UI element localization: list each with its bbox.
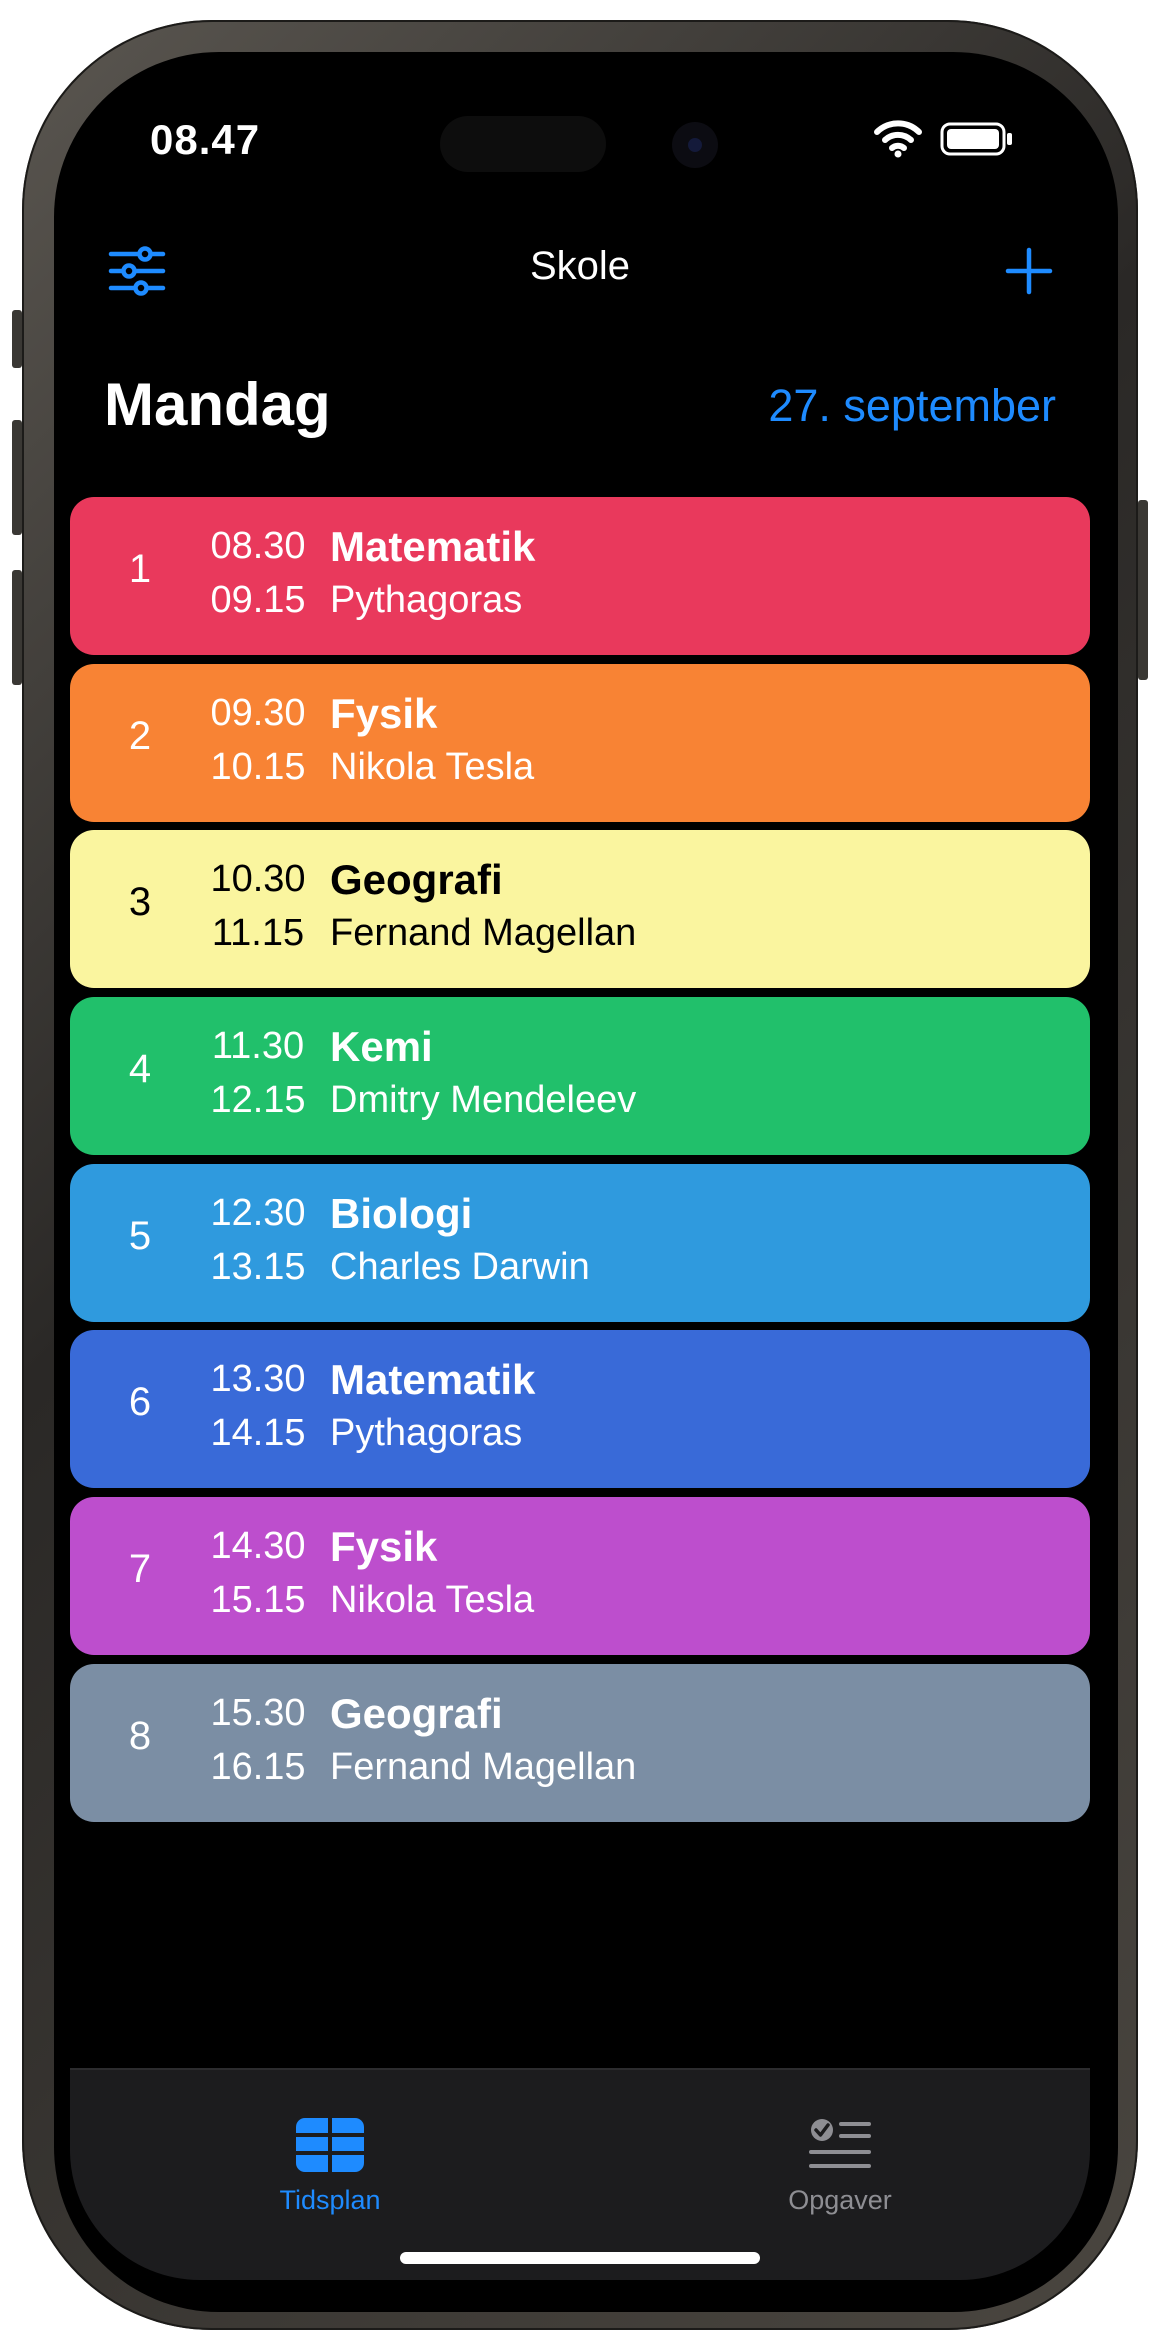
lesson-subject: Geografi: [330, 856, 503, 904]
lesson-subject: Matematik: [330, 1356, 536, 1404]
lesson-subject: Fysik: [330, 1523, 438, 1571]
lesson-start-time: 15.30: [210, 1691, 306, 1734]
lesson-number: 4: [128, 1047, 152, 1092]
lesson-start-time: 14.30: [210, 1525, 306, 1568]
side-button-volume-up: [12, 420, 22, 535]
tab-bar: Tidsplan Opgaver: [70, 2068, 1090, 2280]
task-checklist-icon: [809, 2119, 871, 2168]
lesson-subject: Matematik: [330, 523, 536, 570]
lesson-number: 2: [128, 713, 152, 758]
lesson-teacher: Dmitry Mendeleev: [330, 1079, 637, 1122]
nav-title: Skole: [529, 244, 631, 288]
lesson-end-time: 09.15: [210, 579, 306, 621]
lesson-row[interactable]: 6 13.30 14.15 Matematik Pythagoras: [70, 1330, 1090, 1489]
lesson-end-time: 12.15: [210, 1079, 306, 1122]
day-name: Mandag: [104, 371, 331, 438]
tab-label-schedule: Tidsplan: [279, 2185, 381, 2215]
lesson-subject: Biologi: [330, 1189, 473, 1237]
tab-label-tasks: Opgaver: [788, 2185, 892, 2215]
home-indicator[interactable]: [400, 2252, 760, 2264]
lesson-number: 7: [128, 1547, 152, 1592]
lesson-start-time: 12.30: [210, 1191, 306, 1234]
lesson-row[interactable]: 7 14.30 15.15 Fysik Nikola Tesla: [70, 1497, 1090, 1656]
lesson-row[interactable]: 2 09.30 10.15 Fysik Nikola Tesla: [70, 663, 1090, 822]
status-time: 08.47: [150, 116, 261, 163]
lesson-start-time: 13.30: [210, 1358, 306, 1401]
side-button-power: [1138, 500, 1148, 680]
lesson-start-time: 10.30: [210, 858, 306, 901]
day-header: Mandag 27. september: [104, 370, 1056, 450]
side-button-silent: [12, 310, 22, 368]
lesson-teacher: Charles Darwin: [330, 1245, 590, 1288]
lesson-end-time: 15.15: [210, 1579, 306, 1622]
lesson-teacher: Fernand Magellan: [330, 912, 637, 955]
lesson-number: 6: [128, 1380, 152, 1425]
wifi-icon: [874, 120, 922, 158]
lesson-number: 1: [128, 547, 152, 591]
lesson-subject: Fysik: [330, 689, 438, 737]
lesson-teacher: Nikola Tesla: [330, 745, 535, 788]
lesson-subject: Kemi: [330, 1023, 433, 1071]
side-button-volume-down: [12, 570, 22, 685]
lesson-teacher: Pythagoras: [330, 579, 523, 621]
battery-icon: [940, 122, 1012, 156]
lesson-end-time: 10.15: [210, 745, 306, 788]
lesson-row[interactable]: 5 12.30 13.15 Biologi Charles Darwin: [70, 1163, 1090, 1322]
lesson-teacher: Nikola Tesla: [330, 1579, 535, 1622]
lesson-row[interactable]: 8 15.30 16.15 Geografi Fernand Magellan: [70, 1663, 1090, 1822]
lesson-start-time: 08.30: [210, 525, 306, 567]
lesson-number: 5: [128, 1213, 152, 1258]
tab-tasks[interactable]: Opgaver: [710, 2118, 970, 2216]
plus-icon[interactable]: [1004, 246, 1054, 296]
navigation-bar: Skole: [70, 230, 1090, 310]
lesson-number: 3: [128, 880, 152, 925]
lesson-teacher: Fernand Magellan: [330, 1745, 637, 1788]
lesson-list: 1 08.30 09.15 Matematik Pythagoras 2 09.…: [70, 497, 1090, 1831]
lesson-subject: Geografi: [330, 1689, 503, 1737]
lesson-end-time: 16.15: [210, 1745, 306, 1788]
grid-schedule-icon: [296, 2118, 364, 2172]
lesson-end-time: 13.15: [210, 1245, 306, 1288]
lesson-number: 8: [128, 1713, 152, 1758]
lesson-end-time: 14.15: [210, 1412, 306, 1455]
day-date-button[interactable]: 27. september: [768, 380, 1056, 432]
lesson-row[interactable]: 3 10.30 11.15 Geografi Fernand Magellan: [70, 830, 1090, 989]
lesson-row[interactable]: 4 11.30 12.15 Kemi Dmitry Mendeleev: [70, 997, 1090, 1156]
lesson-start-time: 11.30: [211, 1025, 305, 1068]
lesson-end-time: 11.15: [211, 912, 305, 955]
lesson-row[interactable]: 1 08.30 09.15 Matematik Pythagoras: [70, 497, 1090, 655]
lesson-teacher: Pythagoras: [330, 1412, 523, 1455]
lesson-start-time: 09.30: [210, 691, 306, 734]
tab-schedule[interactable]: Tidsplan: [200, 2118, 460, 2216]
